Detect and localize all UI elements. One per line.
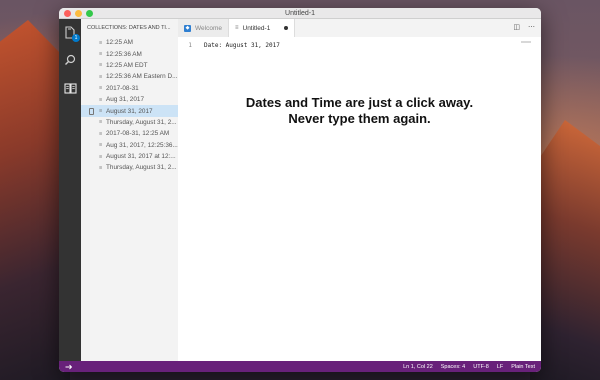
promo-line-1: Dates and Time are just a click away. (245, 95, 474, 110)
tab-bar: ◆ Welcome ≡ Untitled-1 ◫ ⋯ (178, 19, 541, 37)
window-title: Untitled-1 (285, 9, 315, 17)
editor-line: 1 Date: August 31, 2017 (178, 40, 541, 50)
activity-bar: 1 (59, 19, 81, 361)
snippet-icon: ≡ (99, 130, 103, 137)
list-item-label: Aug 31, 2017, 12:25:36... (106, 141, 178, 149)
list-item[interactable]: ≡ 12:25 AM EDT (81, 60, 178, 71)
promo-line-2: Never type them again. (288, 111, 431, 126)
list-item-label: August 31, 2017 (106, 107, 153, 115)
explorer-icon[interactable]: 1 (63, 25, 80, 42)
split-editor-icon[interactable]: ◫ (513, 24, 520, 32)
list-item[interactable]: ≡ Aug 31, 2017 (81, 94, 178, 105)
list-item[interactable]: ≡ Thursday, August 31, 2... (81, 117, 178, 128)
promo-caption: Dates and Time are just a click away. Ne… (178, 95, 541, 127)
line-content: Date: August 31, 2017 (204, 41, 280, 49)
list-item[interactable]: ≡ August 31, 2017 (81, 105, 178, 117)
list-item-label: Thursday, August 31, 2... (106, 118, 177, 126)
snippet-icon: ≡ (99, 51, 103, 58)
snippet-icon: ≡ (99, 119, 103, 126)
vscode-icon: ◆ (184, 24, 191, 32)
editor-area: ◆ Welcome ≡ Untitled-1 ◫ ⋯ 1 Date: Augus… (178, 19, 541, 361)
list-item[interactable]: ≡ 2017-08-31, 12:25 AM (81, 128, 178, 139)
snippet-icon: ≡ (99, 142, 103, 149)
list-item[interactable]: ≡ 12:25:36 AM (81, 48, 178, 59)
list-item[interactable]: ≡ Thursday, August 31, 2... (81, 162, 178, 173)
list-item-label: August 31, 2017 at 12:... (106, 153, 176, 161)
encoding[interactable]: UTF-8 (473, 364, 489, 370)
snippet-icon: ≡ (99, 108, 103, 115)
sidebar-header: COLLECTIONS: DATES AND TI... (87, 25, 171, 31)
list-item-label: 2017-08-31 (106, 84, 139, 92)
more-actions-icon[interactable]: ⋯ (528, 24, 535, 32)
snippet-icon: ≡ (99, 164, 103, 171)
search-icon[interactable] (63, 53, 77, 67)
window-controls (64, 10, 93, 17)
minimize-window-button[interactable] (75, 10, 82, 17)
snippet-icon: ≡ (99, 85, 103, 92)
line-number: 1 (188, 41, 192, 49)
list-item-label: 12:25 AM (106, 39, 134, 47)
editor-window: Untitled-1 1 COLLECTIONS: DATES AND TI..… (59, 8, 541, 372)
tab-welcome[interactable]: ◆ Welcome (178, 19, 229, 37)
list-item[interactable]: ≡ 12:25 AM (81, 37, 178, 48)
zoom-window-button[interactable] (86, 10, 93, 17)
list-item-label: Aug 31, 2017 (106, 96, 145, 104)
list-item-label: 2017-08-31, 12:25 AM (106, 130, 170, 138)
status-left (65, 364, 73, 370)
end-of-line[interactable]: LF (497, 364, 503, 370)
close-window-button[interactable] (64, 10, 71, 17)
remote-icon[interactable] (65, 364, 73, 370)
text-editor[interactable]: 1 Date: August 31, 2017 Dates and Time a… (178, 37, 541, 361)
status-right: Ln 1, Col 22 Spaces: 4 UTF-8 LF Plain Te… (403, 364, 535, 370)
unsaved-dot-icon[interactable] (284, 26, 289, 30)
plain-text-file-icon: ≡ (234, 25, 239, 31)
list-item[interactable]: ≡ 12:25:36 AM Eastern D... (81, 71, 178, 82)
list-item[interactable]: ≡ Aug 31, 2017, 12:25:36... (81, 140, 178, 151)
minimap (521, 41, 531, 43)
explorer-badge: 1 (72, 34, 80, 42)
snippet-icon: ≡ (99, 153, 103, 160)
collections-book-icon[interactable] (63, 81, 77, 95)
list-item-label: 12:25 AM EDT (106, 61, 148, 69)
title-bar: Untitled-1 (59, 8, 541, 19)
list-item-label: 12:25:36 AM Eastern D... (106, 73, 178, 81)
snippet-icon: ≡ (99, 96, 103, 103)
tab-label: Welcome (195, 24, 222, 32)
editor-actions: ◫ ⋯ (513, 24, 535, 32)
indentation[interactable]: Spaces: 4 (441, 364, 465, 370)
tab-untitled[interactable]: ≡ Untitled-1 (228, 19, 296, 37)
snippet-icon: ≡ (99, 62, 103, 69)
language-mode[interactable]: Plain Text (511, 364, 535, 370)
list-item[interactable]: ≡ 2017-08-31 (81, 83, 178, 94)
workbench: 1 COLLECTIONS: DATES AND TI... ≡ 12:25 AM… (59, 19, 541, 361)
collection-list: ≡ 12:25 AM ≡ 12:25:36 AM ≡ 12:25 AM EDT ≡ 12:25… (81, 37, 178, 174)
list-item-label: 12:25:36 AM (106, 50, 142, 58)
list-item[interactable]: ≡ August 31, 2017 at 12:... (81, 151, 178, 162)
cursor-position[interactable]: Ln 1, Col 22 (403, 364, 433, 370)
snippet-icon: ≡ (99, 73, 103, 80)
list-item-label: Thursday, August 31, 2... (106, 164, 177, 172)
status-bar: Ln 1, Col 22 Spaces: 4 UTF-8 LF Plain Te… (59, 361, 541, 372)
sidebar: COLLECTIONS: DATES AND TI... ≡ 12:25 AM ≡ 1… (81, 19, 178, 361)
tab-label: Untitled-1 (242, 24, 271, 32)
snippet-icon: ≡ (99, 39, 103, 46)
insert-snippet-icon[interactable] (89, 107, 94, 115)
